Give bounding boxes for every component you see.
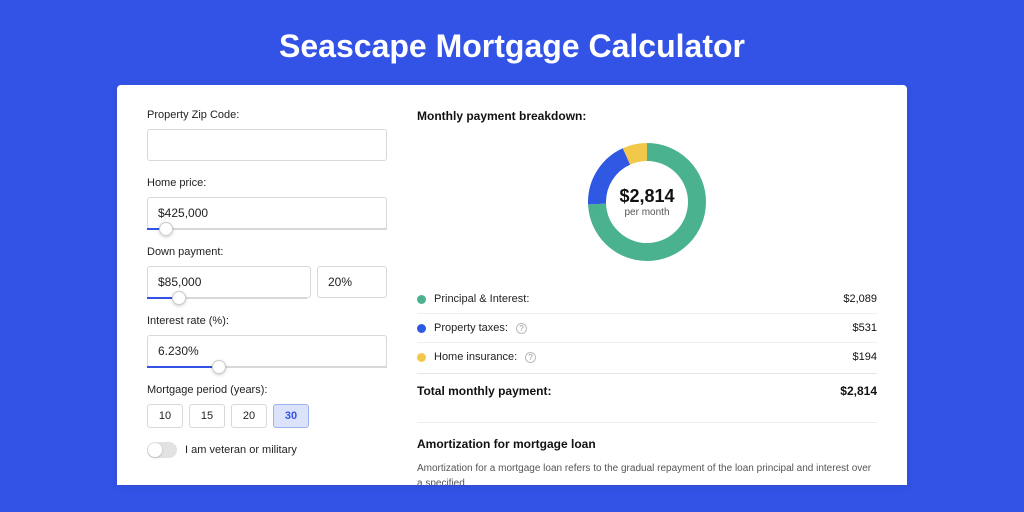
home-price-field-block: Home price: <box>147 177 387 230</box>
period-btn-20[interactable]: 20 <box>231 404 267 428</box>
veteran-toggle-knob <box>148 443 162 457</box>
info-icon[interactable]: ? <box>516 323 527 334</box>
zip-field-block: Property Zip Code: <box>147 109 387 161</box>
legend-label: Home insurance: <box>434 351 517 363</box>
down-payment-slider[interactable] <box>147 297 307 299</box>
period-btn-15[interactable]: 15 <box>189 404 225 428</box>
calculator-card: Property Zip Code: Home price: Down paym… <box>117 85 907 485</box>
interest-field-block: Interest rate (%): <box>147 315 387 368</box>
donut-amount: $2,814 <box>619 186 674 207</box>
zip-input[interactable] <box>147 129 387 161</box>
legend-label: Property taxes: <box>434 322 508 334</box>
down-payment-field-block: Down payment: <box>147 246 387 299</box>
breakdown-title: Monthly payment breakdown: <box>417 109 877 123</box>
amortization-section: Amortization for mortgage loan Amortizat… <box>417 422 877 485</box>
home-price-input[interactable] <box>147 197 387 229</box>
interest-slider-thumb[interactable] <box>212 360 226 374</box>
interest-input[interactable] <box>147 335 387 367</box>
donut-chart: $2,814 per month <box>582 137 712 267</box>
form-panel: Property Zip Code: Home price: Down paym… <box>147 109 387 461</box>
legend-dot <box>417 295 426 304</box>
period-btn-10[interactable]: 10 <box>147 404 183 428</box>
period-field-block: Mortgage period (years): 10152030 <box>147 384 387 428</box>
home-price-label: Home price: <box>147 177 387 189</box>
legend-dot <box>417 324 426 333</box>
home-price-slider[interactable] <box>147 228 387 230</box>
breakdown-legend: Principal & Interest: $2,089 Property taxe… <box>417 285 877 371</box>
legend-label: Principal & Interest: <box>434 293 529 305</box>
page-title: Seascape Mortgage Calculator <box>0 0 1024 85</box>
zip-label: Property Zip Code: <box>147 109 387 121</box>
donut-chart-wrap: $2,814 per month <box>417 137 877 267</box>
interest-slider[interactable] <box>147 366 387 368</box>
donut-sub: per month <box>624 207 669 218</box>
down-payment-slider-thumb[interactable] <box>172 291 186 305</box>
veteran-toggle-row: I am veteran or military <box>147 442 387 458</box>
period-label: Mortgage period (years): <box>147 384 387 396</box>
legend-value: $2,089 <box>843 293 877 305</box>
home-price-slider-thumb[interactable] <box>159 222 173 236</box>
total-value: $2,814 <box>840 384 877 398</box>
legend-value: $194 <box>853 351 877 363</box>
legend-row: Property taxes:? $531 <box>417 313 877 342</box>
breakdown-panel: Monthly payment breakdown: $2,814 per mo… <box>417 109 877 461</box>
period-btn-30[interactable]: 30 <box>273 404 309 428</box>
down-payment-pct-input[interactable] <box>317 266 387 298</box>
period-button-group: 10152030 <box>147 404 387 428</box>
veteran-label: I am veteran or military <box>185 444 297 456</box>
legend-row: Home insurance:? $194 <box>417 342 877 371</box>
veteran-toggle[interactable] <box>147 442 177 458</box>
info-icon[interactable]: ? <box>525 352 536 363</box>
total-row: Total monthly payment: $2,814 <box>417 373 877 408</box>
legend-dot <box>417 353 426 362</box>
down-payment-label: Down payment: <box>147 246 387 258</box>
legend-row: Principal & Interest: $2,089 <box>417 285 877 313</box>
amortization-title: Amortization for mortgage loan <box>417 437 877 451</box>
down-payment-input[interactable] <box>147 266 311 298</box>
total-label: Total monthly payment: <box>417 384 551 398</box>
interest-label: Interest rate (%): <box>147 315 387 327</box>
legend-value: $531 <box>853 322 877 334</box>
donut-center: $2,814 per month <box>582 137 712 267</box>
amortization-text: Amortization for a mortgage loan refers … <box>417 461 877 485</box>
